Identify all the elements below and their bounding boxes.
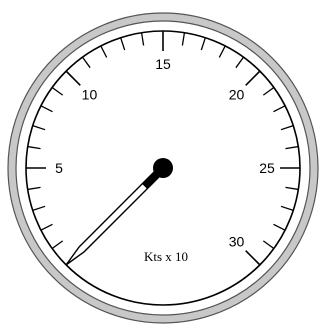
scale-label-10: 10 xyxy=(82,86,98,102)
scale-label-25: 25 xyxy=(259,160,275,176)
unit-label: Kts x 10 xyxy=(144,249,188,264)
scale-label-5: 5 xyxy=(55,160,63,176)
airspeed-gauge: 5 10 15 20 25 30 Kts x 10 xyxy=(7,12,319,324)
scale-label-15: 15 xyxy=(155,56,171,72)
scale-label-20: 20 xyxy=(229,86,245,102)
needle-hub xyxy=(153,158,173,178)
scale-label-30: 30 xyxy=(229,234,245,250)
